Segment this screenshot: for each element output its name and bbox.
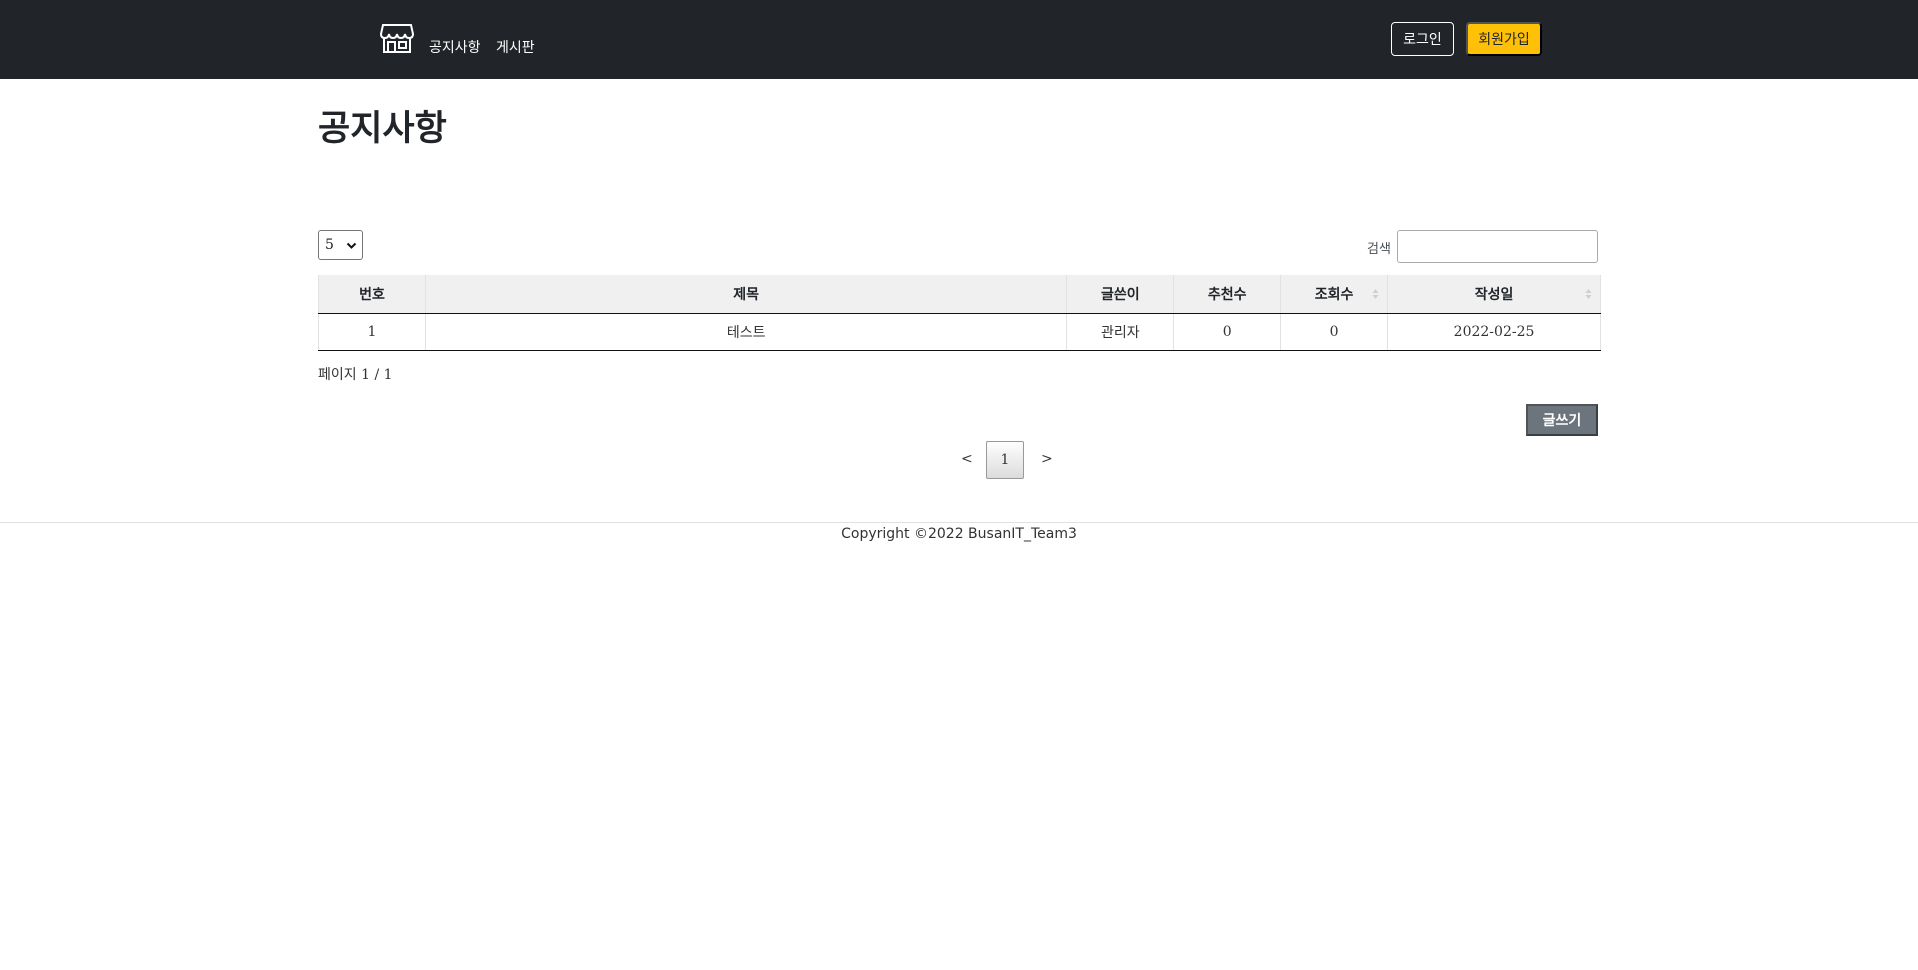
page-info: 페이지 1 / 1 [318,367,393,383]
pagination-next[interactable]: > [1041,451,1053,467]
header-recommend[interactable]: 추천수 [1173,275,1282,314]
header-author[interactable]: 글쓴이 [1066,275,1175,314]
notice-table: 번호 제목 글쓴이 추천수 조회수 작성일 1 테스트 관리자 0 0 2022… [318,275,1601,351]
header-date-label: 작성일 [1474,286,1514,303]
nav-link-board[interactable]: 게시판 [496,37,535,57]
page-title: 공지사항 [318,109,447,149]
header-date[interactable]: 작성일 [1387,275,1601,314]
search-label: 검색 [1367,242,1391,257]
write-button[interactable]: 글쓰기 [1526,404,1598,436]
header-number-label: 번호 [359,286,385,303]
footer-divider [0,522,1918,523]
sort-icon [1585,289,1592,299]
page-length-value: 5 [325,237,334,253]
chevron-down-icon [346,242,357,249]
top-navbar: 공지사항 게시판 로그인 회원가입 [0,0,1918,79]
header-views-label: 조회수 [1314,286,1354,303]
pagination-prev[interactable]: < [961,451,973,467]
page-length-select[interactable]: 5 [318,230,363,260]
cell-number: 1 [318,313,426,351]
cell-title[interactable]: 테스트 [425,313,1068,351]
header-views[interactable]: 조회수 [1280,275,1389,314]
pagination-page-1[interactable]: 1 [986,441,1024,479]
login-button[interactable]: 로그인 [1391,22,1454,56]
nav-link-notice[interactable]: 공지사항 [429,37,481,57]
store-icon[interactable] [380,22,414,54]
header-author-label: 글쓴이 [1100,286,1140,303]
header-recommend-label: 추천수 [1207,286,1247,303]
header-title[interactable]: 제목 [425,275,1068,314]
cell-views: 0 [1280,313,1389,351]
cell-date: 2022-02-25 [1387,313,1601,351]
cell-author: 관리자 [1066,313,1175,351]
header-number[interactable]: 번호 [318,275,426,314]
signup-button[interactable]: 회원가입 [1466,22,1542,56]
sort-icon [1372,289,1379,299]
cell-recommend: 0 [1173,313,1282,351]
header-title-label: 제목 [733,286,760,303]
table-row[interactable]: 1 테스트 관리자 0 0 2022-02-25 [318,313,1601,351]
footer-copyright: Copyright ©2022 BusanIT_Team3 [841,526,1077,542]
search-input[interactable] [1397,230,1598,263]
table-header-row: 번호 제목 글쓴이 추천수 조회수 작성일 [318,275,1601,314]
